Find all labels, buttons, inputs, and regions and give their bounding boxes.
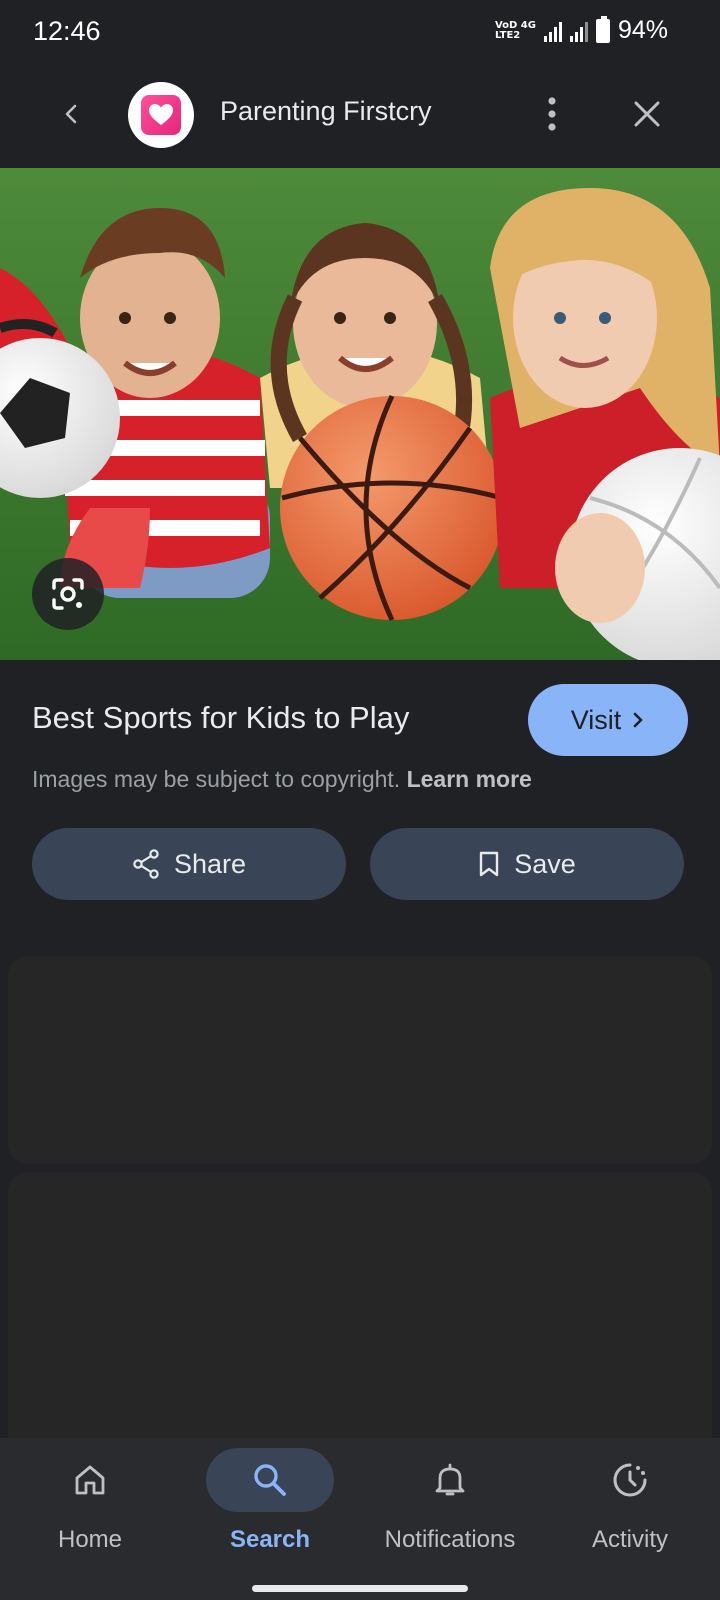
chevron-left-icon xyxy=(65,104,77,124)
result-title: Best Sports for Kids to Play xyxy=(32,700,410,735)
status-time: 12:46 xyxy=(33,16,101,46)
related-card-placeholder xyxy=(8,956,712,1164)
battery-percent: 94% xyxy=(617,16,668,44)
nav-activity[interactable]: Activity xyxy=(540,1438,720,1578)
bottom-navigation: Home Search Notifications Activity xyxy=(0,1438,720,1600)
signal-icon-2 xyxy=(569,20,588,42)
nav-home[interactable]: Home xyxy=(0,1438,180,1578)
network-type: VoD 4G LTE2 xyxy=(494,19,536,41)
result-image[interactable] xyxy=(0,168,720,660)
site-logo xyxy=(128,82,194,148)
back-button[interactable] xyxy=(50,92,94,136)
nav-notifications[interactable]: Notifications xyxy=(360,1438,540,1578)
home-icon xyxy=(75,1465,105,1495)
nav-notifications-label: Notifications xyxy=(384,1526,516,1553)
google-lens-icon xyxy=(52,578,84,610)
related-card-placeholder xyxy=(8,1172,712,1472)
status-bar: 12:46 VoD 4G LTE2 94% xyxy=(0,0,720,64)
close-icon xyxy=(634,101,660,127)
kids-with-balls-image xyxy=(0,168,720,660)
share-icon xyxy=(133,849,159,879)
more-vert-icon xyxy=(548,97,556,131)
bell-icon xyxy=(435,1463,465,1496)
save-label: Save xyxy=(514,848,576,879)
nav-home-label: Home xyxy=(57,1526,123,1553)
search-icon xyxy=(254,1464,286,1496)
visit-button[interactable]: Visit xyxy=(528,684,688,756)
bookmark-icon xyxy=(480,851,499,877)
visit-label: Visit xyxy=(570,704,622,735)
copyright-notice: Images may be subject to copyright. Lear… xyxy=(32,766,532,792)
nav-search[interactable]: Search xyxy=(180,1438,360,1578)
site-title[interactable]: Parenting Firstcry xyxy=(220,96,432,127)
activity-icon xyxy=(613,1463,647,1497)
more-options-button[interactable] xyxy=(530,92,574,136)
signal-icon xyxy=(543,20,562,42)
heart-logo-icon xyxy=(141,95,181,135)
share-button[interactable]: Share xyxy=(32,828,346,900)
battery-icon xyxy=(595,15,610,43)
app-bar: Parenting Firstcry xyxy=(0,64,720,168)
lens-search-button[interactable] xyxy=(32,558,104,630)
gesture-handle[interactable] xyxy=(252,1585,468,1592)
status-indicators: VoD 4G LTE2 94% xyxy=(494,15,668,45)
nav-search-label: Search xyxy=(229,1526,311,1553)
save-button[interactable]: Save xyxy=(370,828,684,900)
close-button[interactable] xyxy=(625,92,669,136)
chevron-right-icon xyxy=(633,712,643,728)
share-label: Share xyxy=(173,848,247,879)
learn-more-link[interactable]: Learn more xyxy=(407,766,532,792)
nav-activity-label: Activity xyxy=(591,1526,668,1553)
